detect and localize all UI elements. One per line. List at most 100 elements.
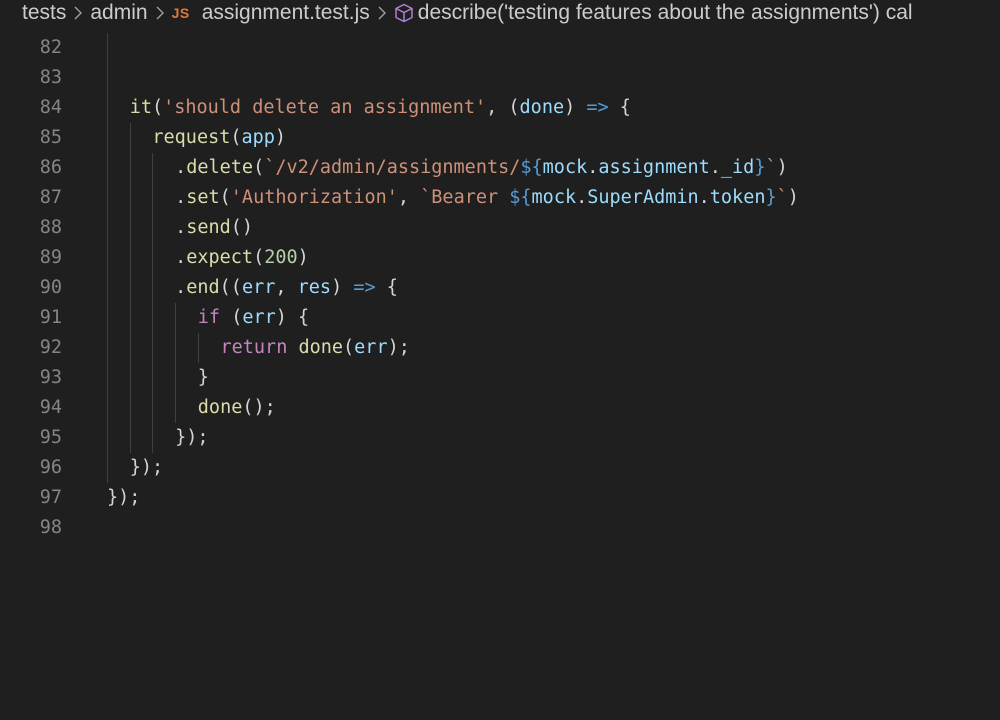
indent-guide (129, 243, 131, 273)
code-token: `/v2/admin/assignments/ (264, 157, 521, 178)
code-token: { (608, 97, 631, 118)
line-number: 94 (39, 397, 62, 418)
code-token: ) (297, 247, 309, 268)
indent-guide (107, 423, 108, 453)
code-text: }); (107, 483, 140, 513)
chevron-right-icon (377, 5, 387, 21)
line-number: 98 (39, 517, 62, 538)
indent-guide (107, 393, 108, 423)
breadcrumb-item-symbol[interactable]: describe('testing features about the ass… (394, 1, 913, 25)
indent-guide (107, 303, 108, 333)
code-line[interactable]: 87 .set('Authorization', `Bearer ${mock.S… (0, 183, 1000, 213)
code-line[interactable]: 82 (0, 33, 1000, 63)
code-token: send (186, 217, 231, 238)
code-token: . (175, 247, 187, 268)
code-text: return done(err); (221, 333, 410, 363)
line-number: 85 (39, 127, 62, 148)
code-token: ); (387, 337, 410, 358)
code-line[interactable]: 90 .end((err, res) => { (0, 273, 1000, 303)
indent-guide (129, 123, 131, 153)
line-number: 87 (39, 187, 62, 208)
breadcrumb-item-admin[interactable]: admin (90, 1, 147, 25)
code-line[interactable]: 94 done(); (0, 393, 1000, 423)
code-token: token (709, 187, 766, 208)
code-line[interactable]: 86 .delete(`/v2/admin/assignments/${mock.… (0, 153, 1000, 183)
code-token: }); (107, 487, 141, 508)
code-token: ${ (520, 157, 543, 178)
code-token: request (152, 127, 231, 148)
code-line[interactable]: 85 request(app) (0, 123, 1000, 153)
code-token: { (375, 277, 398, 298)
indent-guide (107, 363, 108, 393)
code-token: , (397, 187, 421, 208)
code-line[interactable]: 91 if (err) { (0, 303, 1000, 333)
line-number: 96 (39, 457, 62, 478)
code-token: }); (129, 457, 164, 478)
indent-guide (107, 213, 108, 243)
indent-guide (129, 393, 131, 423)
code-token: mock (531, 187, 577, 208)
indent-guide (107, 123, 108, 153)
code-text: .end((err, res) => { (175, 273, 398, 303)
indent-guide (129, 423, 131, 453)
javascript-file-icon: JS (171, 5, 190, 21)
code-text: } (198, 363, 209, 393)
indent-guide (129, 153, 131, 183)
code-line[interactable]: 84 it('should delete an assignment', (don… (0, 93, 1000, 123)
indent-guide (107, 183, 108, 213)
code-token: . (175, 187, 187, 208)
breadcrumb-label: admin (90, 1, 148, 24)
code-text: done(); (198, 393, 276, 423)
code-token: it (129, 97, 152, 118)
breadcrumb-label: assignment.test.js (201, 1, 370, 24)
code-token: 'Authorization' (230, 187, 398, 208)
code-line[interactable]: 92 return done(err); (0, 333, 1000, 363)
code-line[interactable]: 88 .send() (0, 213, 1000, 243)
code-token: _id (720, 157, 755, 178)
code-line[interactable]: 95}); (0, 423, 1000, 453)
code-text: .set('Authorization', `Bearer ${mock.Sup… (175, 183, 799, 213)
code-token: SuperAdmin (587, 187, 699, 208)
code-token: . (175, 157, 187, 178)
line-number: 90 (39, 277, 62, 298)
line-number: 97 (39, 487, 62, 508)
code-line[interactable]: 83 (0, 63, 1000, 93)
code-token: () (230, 217, 254, 238)
code-line[interactable]: 93} (0, 363, 1000, 393)
breadcrumb-item-file[interactable]: JS assignment.test.js (172, 1, 370, 25)
code-text: .delete(`/v2/admin/assignments/${mock.as… (175, 153, 788, 183)
code-token: ${ (509, 187, 532, 208)
indent-guide (152, 273, 154, 303)
code-line[interactable]: 98 (0, 513, 1000, 543)
breadcrumb-item-tests[interactable]: tests (22, 1, 66, 25)
code-token: done (519, 97, 565, 118)
code-token: ) { (275, 307, 310, 328)
code-token: ` (765, 157, 777, 178)
indent-guide (197, 333, 199, 363)
line-number: 88 (39, 217, 62, 238)
code-token: res (297, 277, 332, 298)
code-token: . (576, 187, 588, 208)
code-line[interactable]: 97}); (0, 483, 1000, 513)
breadcrumb-label: tests (22, 1, 67, 24)
line-number: 89 (39, 247, 62, 268)
indent-guide (175, 303, 177, 333)
code-text: }); (130, 453, 163, 483)
code-text: .send() (175, 213, 253, 243)
code-editor[interactable]: 82 83 84 it('should delete an assignment', … (0, 33, 1000, 543)
code-line[interactable]: 89 .expect(200) (0, 243, 1000, 273)
code-token: app (241, 127, 275, 148)
code-token: mock (542, 157, 588, 178)
indent-guide (152, 303, 154, 333)
code-token: . (709, 157, 721, 178)
indent-guide (129, 303, 131, 333)
code-token: ) (331, 277, 354, 298)
breadcrumb: tests admin JS assignment.test.js descri… (0, 0, 1000, 26)
line-number: 86 (39, 157, 62, 178)
indent-guide (152, 333, 154, 363)
code-line[interactable]: 96}); (0, 453, 1000, 483)
indent-guide (107, 273, 108, 303)
code-token: . (587, 157, 599, 178)
indent-guide (175, 333, 177, 363)
line-number: 82 (39, 37, 62, 58)
